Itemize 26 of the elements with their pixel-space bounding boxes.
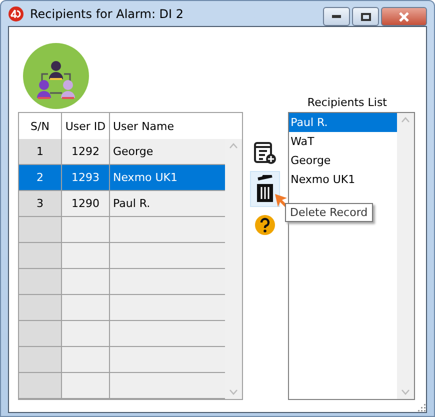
cursor-arrow-icon	[274, 193, 288, 207]
table-cell: 1290	[62, 191, 110, 217]
people-group-icon	[23, 43, 89, 109]
table-cell: Nexmo UK1	[110, 165, 226, 191]
help-icon	[254, 214, 276, 236]
table-cell: 1	[19, 139, 62, 165]
resize-grip-icon	[416, 402, 426, 412]
table-cell: 1292	[62, 139, 110, 165]
list-item[interactable]: Paul R.	[288, 113, 397, 132]
table-cell: Paul R.	[110, 191, 226, 217]
list-add-icon	[253, 141, 278, 165]
minimize-icon	[332, 15, 341, 18]
close-button[interactable]	[381, 7, 427, 26]
table-cell: 1293	[62, 165, 110, 191]
app-logo-icon	[8, 6, 24, 22]
tooltip: Delete Record	[285, 203, 373, 222]
maximize-button[interactable]	[352, 7, 379, 26]
table-cell: George	[110, 139, 226, 165]
table-cell: 2	[19, 165, 62, 191]
close-icon	[398, 12, 410, 22]
delete-button[interactable]	[250, 171, 280, 207]
recipients-list-label: Recipients List	[307, 96, 387, 109]
table-cell: 3	[19, 191, 62, 217]
minimize-button[interactable]	[323, 7, 350, 26]
maximize-icon	[360, 12, 370, 20]
window-title: Recipients for Alarm: DI 2	[30, 6, 184, 20]
